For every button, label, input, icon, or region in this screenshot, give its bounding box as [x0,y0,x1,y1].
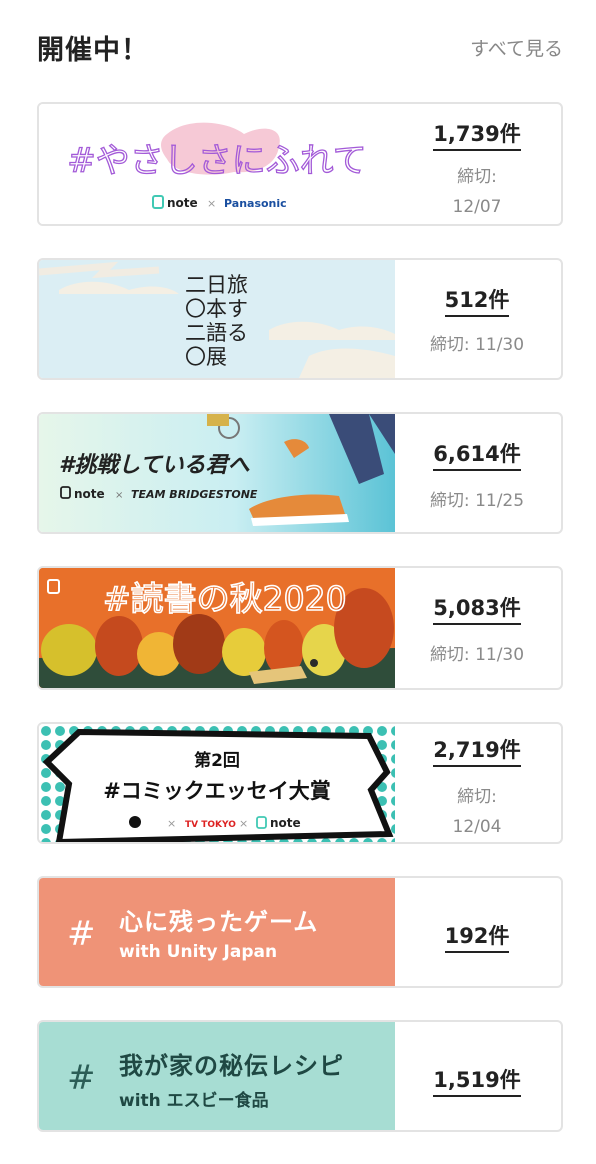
banner-subtitle: with エスビー食品 [119,1091,269,1111]
contest-banner[interactable]: 第2回 #コミックエッセイ大賞 × TV TOKYO × note [39,724,395,842]
contest-banner[interactable]: #挑戦している君へ note × TEAM BRIDGESTONE [39,414,395,532]
banner-title-text: #やさしさにふれて [67,141,366,181]
entry-count[interactable]: 6,614件 [393,438,561,471]
contest-banner[interactable]: # 我が家の秘伝レシピ with エスビー食品 [39,1022,395,1130]
entry-count[interactable]: 192件 [393,920,561,953]
contest-card-autumn-reading[interactable]: #読書の秋2020 5,083件 締切: 11/30 [37,566,563,690]
brand-note: note [270,816,301,830]
brand-sep: × [207,197,216,210]
contest-banner[interactable]: # 心に残ったゲーム with Unity Japan [39,878,395,986]
banner-title-text: #挑戦している君へ [59,453,251,478]
deadline: 締切: 11/30 [429,335,525,355]
contest-meta: 192件 [393,878,561,986]
contest-card-kindness[interactable]: #やさしさにふれて note × Panasonic 1,739件 締切: 12… [37,102,563,226]
contest-meta: 1,739件 締切: 12/07 [393,104,561,224]
banner-title: 我が家の秘伝レシピ [119,1052,344,1080]
contest-card-travel-exhibition[interactable]: 二日旅 〇本す 二語る 〇展 512件 締切: 11/30 [37,258,563,380]
see-all-link[interactable]: すべて見る [470,34,563,61]
banner-line: 二語る [185,321,248,345]
entry-count[interactable]: 1,519件 [393,1064,561,1097]
contest-meta: 5,083件 締切: 11/30 [393,568,561,688]
hashtag-icon: # [67,914,96,954]
section-header: 開催中！ すべて見る [37,24,563,72]
banner-subtitle: with Unity Japan [119,942,278,962]
deadline-label: 締切: [457,167,497,187]
entry-count[interactable]: 1,739件 [393,118,561,151]
contest-card-comic-essay[interactable]: 第2回 #コミックエッセイ大賞 × TV TOKYO × note 2,719件… [37,722,563,844]
brand-sep: × [239,817,248,830]
brand-sep: × [167,817,176,830]
contest-banner[interactable]: #読書の秋2020 [39,568,395,688]
contest-meta: 6,614件 締切: 11/25 [393,414,561,532]
deadline-label: 締切: [457,787,497,807]
contest-card-recipe[interactable]: # 我が家の秘伝レシピ with エスビー食品 1,519件 [37,1020,563,1132]
entry-count[interactable]: 512件 [393,284,561,317]
brand-bridgestone: TEAM BRIDGESTONE [131,488,258,501]
banner-badge: 第2回 [194,750,240,771]
brand-sep: × [115,490,123,501]
note-logo-icon [152,195,164,209]
banner-title-text: #コミックエッセイ大賞 [103,779,331,803]
contest-card-challenge[interactable]: #挑戦している君へ note × TEAM BRIDGESTONE 6,614件… [37,412,563,534]
entry-count[interactable]: 5,083件 [393,592,561,625]
contest-banner[interactable]: #やさしさにふれて note × Panasonic [39,104,395,224]
contest-meta: 1,519件 [393,1022,561,1130]
brand-note: note [74,487,105,501]
deadline-date: 12/07 [452,197,502,217]
contest-card-game[interactable]: # 心に残ったゲーム with Unity Japan 192件 [37,876,563,988]
brand-tvtokyo: TV TOKYO [185,820,236,830]
contest-meta: 2,719件 締切: 12/04 [393,724,561,842]
brand-note: note [167,196,198,210]
banner-title-text: #読書の秋2020 [103,579,347,618]
section-title: 開催中！ [37,35,149,66]
deadline-date: 12/04 [452,817,502,837]
contest-meta: 512件 締切: 11/30 [393,260,561,378]
banner-line: 〇展 [185,345,227,369]
banner-line: 二日旅 [185,273,248,297]
deadline: 締切: 11/30 [429,645,525,665]
banner-title: 心に残ったゲーム [119,908,319,936]
deadline: 締切: 11/25 [429,491,525,511]
banner-line: 〇本す [185,297,248,321]
entry-count[interactable]: 2,719件 [393,734,561,767]
publisher-logo-icon [129,816,141,828]
brand-panasonic: Panasonic [224,197,287,210]
hashtag-icon: # [67,1058,96,1098]
contest-banner[interactable]: 二日旅 〇本す 二語る 〇展 [39,260,395,378]
